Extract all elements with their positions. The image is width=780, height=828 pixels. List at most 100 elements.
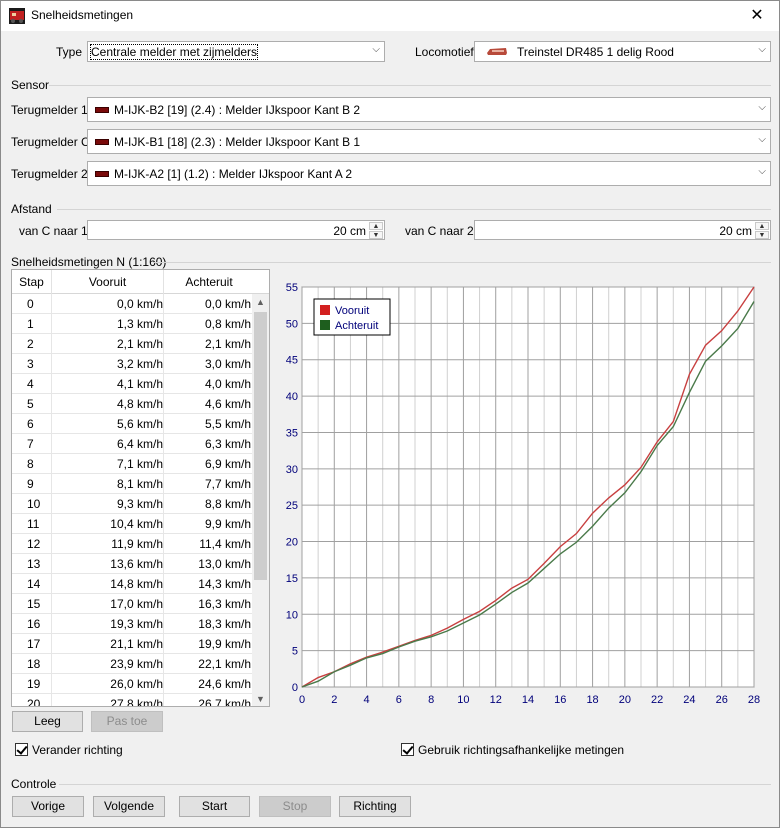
direction-dependent-checkbox[interactable]: [401, 743, 414, 756]
backward-cell: 26,7 km/h: [198, 697, 251, 707]
step-cell: 8: [27, 457, 34, 471]
backward-cell: 0,8 km/h: [204, 317, 251, 331]
clear-button[interactable]: Leeg: [12, 711, 83, 732]
forward-cell: 17,0 km/h: [110, 597, 163, 611]
locomotive-select[interactable]: Treinstel DR485 1 delig Rood ⌵: [474, 41, 771, 62]
spin-up-icon[interactable]: ▲: [369, 222, 383, 230]
scrollbar-thumb[interactable]: [254, 312, 267, 580]
table-row[interactable]: 15 17,0 km/h 16,3 km/h: [12, 594, 253, 614]
distance-c-to-2-input[interactable]: 20 cm ▲ ▼: [474, 220, 771, 240]
table-row[interactable]: 5 4,8 km/h 4,6 km/h: [12, 394, 253, 414]
x-tick-label: 20: [619, 694, 631, 706]
spin-up-icon[interactable]: ▲: [755, 222, 769, 230]
y-tick-label: 20: [286, 537, 298, 549]
chevron-down-icon: ⌵: [758, 134, 766, 145]
step-cell: 6: [27, 417, 34, 431]
table-row[interactable]: 13 13,6 km/h 13,0 km/h: [12, 554, 253, 574]
y-tick-label: 45: [286, 355, 298, 367]
spin-down-icon[interactable]: ▼: [369, 231, 383, 239]
table-row[interactable]: 4 4,1 km/h 4,0 km/h: [12, 374, 253, 394]
table-row[interactable]: 17 21,1 km/h 19,9 km/h: [12, 634, 253, 654]
forward-cell: 4,8 km/h: [116, 397, 163, 411]
backward-cell: 8,8 km/h: [204, 497, 251, 511]
table-header: Stap Vooruit Achteruit: [12, 270, 269, 294]
type-label: Type: [56, 45, 83, 59]
direction-button[interactable]: Richting: [339, 796, 411, 817]
change-direction-checkbox[interactable]: [15, 743, 28, 756]
spin-down-icon[interactable]: ▼: [755, 231, 769, 239]
speed-chart: 05101520253035404550550 2 4 6 8 10 12 14 16 18 20 2…: [286, 282, 760, 706]
forward-cell: 26,0 km/h: [110, 677, 163, 691]
x-tick-label: 14: [522, 694, 534, 706]
sensor-color-swatch: [95, 107, 109, 113]
sensor-divider: [49, 85, 771, 86]
table-row[interactable]: 2 2,1 km/h 2,1 km/h: [12, 334, 253, 354]
table-row[interactable]: 11 10,4 km/h 9,9 km/h: [12, 514, 253, 534]
scroll-down-icon[interactable]: ▼: [252, 691, 269, 706]
table-row[interactable]: 8 7,1 km/h 6,9 km/h: [12, 454, 253, 474]
backward-cell: 19,9 km/h: [198, 637, 251, 651]
previous-button[interactable]: Vorige: [12, 796, 84, 817]
backward-cell: 9,9 km/h: [204, 517, 251, 531]
forward-cell: 11,9 km/h: [111, 537, 163, 551]
column-header-step[interactable]: Stap: [12, 275, 51, 289]
table-row[interactable]: 20 27,8 km/h 26,7 km/h: [12, 694, 253, 707]
x-tick-label: 2: [331, 694, 337, 706]
x-tick-label: 18: [586, 694, 598, 706]
x-tick-label: 6: [396, 694, 402, 706]
sensor-section-title: Sensor: [11, 78, 50, 92]
distance-divider: [57, 209, 771, 210]
backward-cell: 6,3 km/h: [204, 437, 251, 451]
forward-cell: 0,0 km/h: [116, 297, 163, 311]
forward-cell: 10,4 km/h: [110, 517, 163, 531]
sensor-c-select[interactable]: M-IJK-B1 [18] (2.3) : Melder IJkspoor Ka…: [87, 129, 771, 154]
legend-swatch: [320, 320, 330, 330]
column-header-backward[interactable]: Achteruit: [164, 275, 254, 289]
y-tick-label: 50: [286, 318, 298, 330]
stop-button[interactable]: Stop: [259, 796, 331, 817]
table-scrollbar[interactable]: ▲ ▼: [252, 294, 269, 706]
sensor-1-label: Terugmelder 1: [11, 103, 88, 117]
backward-cell: 22,1 km/h: [198, 657, 251, 671]
forward-cell: 1,3 km/h: [116, 317, 163, 331]
backward-cell: 0,0 km/h: [204, 297, 251, 311]
distance-c-to-1-value: 20 cm: [333, 224, 366, 238]
step-cell: 3: [27, 357, 34, 371]
step-cell: 12: [27, 537, 41, 551]
scroll-up-icon[interactable]: ▲: [252, 294, 269, 311]
step-cell: 14: [27, 577, 41, 591]
table-row[interactable]: 19 26,0 km/h 24,6 km/h: [12, 674, 253, 694]
table-row[interactable]: 1 1,3 km/h 0,8 km/h: [12, 314, 253, 334]
x-tick-label: 26: [716, 694, 728, 706]
table-row[interactable]: 16 19,3 km/h 18,3 km/h: [12, 614, 253, 634]
sensor-1-select[interactable]: M-IJK-B2 [19] (2.4) : Melder IJkspoor Ka…: [87, 97, 771, 122]
forward-cell: 3,2 km/h: [116, 357, 163, 371]
table-row[interactable]: 0 0,0 km/h 0,0 km/h: [12, 294, 253, 314]
forward-cell: 13,6 km/h: [110, 557, 163, 571]
table-row[interactable]: 7 6,4 km/h 6,3 km/h: [12, 434, 253, 454]
table-row[interactable]: 10 9,3 km/h 8,8 km/h: [12, 494, 253, 514]
step-cell: 20: [27, 697, 41, 707]
apply-button[interactable]: Pas toe: [91, 711, 163, 732]
x-tick-label: 8: [428, 694, 434, 706]
distance-c-to-1-label: van C naar 1: [19, 224, 88, 238]
table-row[interactable]: 18 23,9 km/h 22,1 km/h: [12, 654, 253, 674]
x-tick-label: 0: [299, 694, 305, 706]
table-row[interactable]: 3 3,2 km/h 3,0 km/h: [12, 354, 253, 374]
step-cell: 4: [27, 377, 34, 391]
column-header-forward[interactable]: Vooruit: [52, 275, 163, 289]
sensor-2-select[interactable]: M-IJK-A2 [1] (1.2) : Melder IJkspoor Kan…: [87, 161, 771, 186]
close-icon[interactable]: ✕: [735, 1, 779, 31]
table-row[interactable]: 14 14,8 km/h 14,3 km/h: [12, 574, 253, 594]
next-button[interactable]: Volgende: [93, 796, 165, 817]
type-select[interactable]: Centrale melder met zijmelders ⌵: [87, 41, 385, 62]
distance-c-to-1-input[interactable]: 20 cm ▲ ▼: [87, 220, 385, 240]
y-tick-label: 0: [292, 682, 298, 694]
backward-cell: 4,6 km/h: [204, 397, 251, 411]
table-row[interactable]: 9 8,1 km/h 7,7 km/h: [12, 474, 253, 494]
start-button[interactable]: Start: [179, 796, 250, 817]
y-tick-label: 10: [286, 609, 298, 621]
table-row[interactable]: 6 5,6 km/h 5,5 km/h: [12, 414, 253, 434]
measurements-table[interactable]: Stap Vooruit Achteruit 0 0,0 km/h 0,0 km/h…: [11, 269, 270, 707]
table-row[interactable]: 12 11,9 km/h 11,4 km/h: [12, 534, 253, 554]
